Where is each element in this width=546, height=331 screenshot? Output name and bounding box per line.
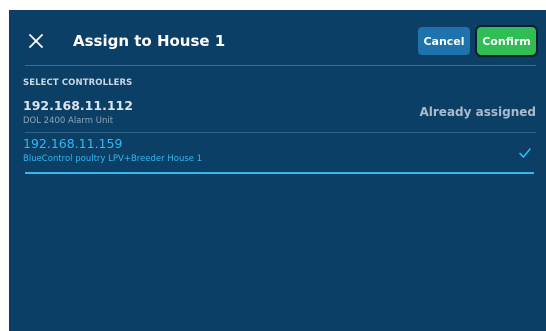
row-divider — [25, 132, 536, 133]
assignment-status: Already assigned — [419, 105, 536, 119]
controller-row-selected[interactable]: 192.168.11.159 BlueControl poultry LPV+B… — [23, 136, 536, 172]
confirm-button[interactable]: Confirm — [475, 25, 538, 57]
section-label: SELECT CONTROLLERS — [23, 78, 133, 88]
header-divider — [25, 65, 536, 66]
selection-underline — [25, 172, 534, 174]
check-icon — [518, 144, 532, 163]
assign-dialog: Assign to House 1 Cancel Confirm SELECT … — [9, 10, 546, 331]
close-button[interactable] — [23, 28, 49, 54]
cancel-button[interactable]: Cancel — [418, 27, 470, 55]
controller-description: BlueControl poultry LPV+Breeder House 1 — [23, 154, 203, 164]
close-icon — [29, 34, 43, 48]
controller-row[interactable]: 192.168.11.112 DOL 2400 Alarm Unit Alrea… — [23, 98, 536, 132]
controller-ip: 192.168.11.159 — [23, 136, 123, 151]
dialog-title: Assign to House 1 — [73, 32, 226, 50]
